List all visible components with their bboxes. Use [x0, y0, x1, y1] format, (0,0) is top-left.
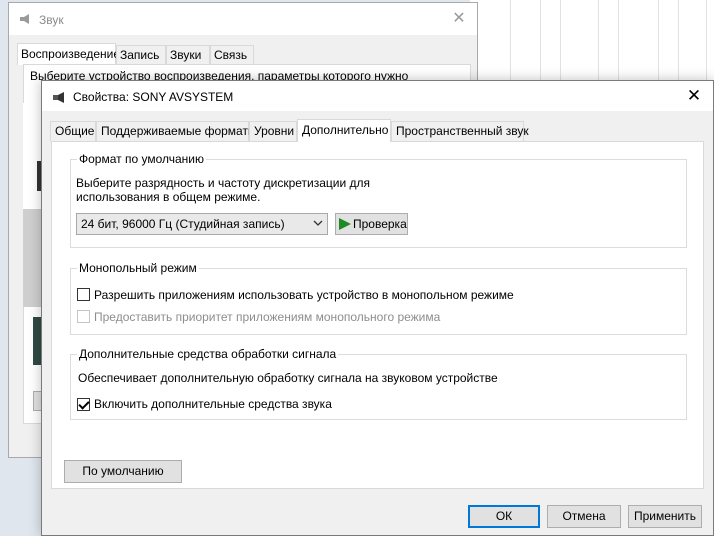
tab-communications[interactable]: Связь	[210, 45, 254, 64]
default-format-title: Формат по умолчанию	[77, 152, 206, 166]
enhancements-description: Обеспечивает дополнительную обработку си…	[78, 371, 498, 385]
close-icon[interactable]: ✕	[683, 85, 705, 107]
default-format-description-2: использования в общем режиме.	[76, 190, 261, 204]
properties-dialog: Свойства: SONY AVSYSTEM ✕ Общие Поддержи…	[41, 80, 714, 536]
cancel-button[interactable]: Отмена	[547, 505, 621, 528]
device-list[interactable]	[23, 103, 41, 213]
enhancements-title: Дополнительные средства обработки сигнал…	[77, 347, 339, 361]
ok-button[interactable]: ОК	[468, 505, 540, 528]
play-icon	[339, 218, 351, 230]
exclusive-mode-title: Монопольный режим	[77, 261, 199, 275]
tab-recording[interactable]: Запись	[116, 45, 166, 64]
exclusive-priority-label: Предоставить приоритет приложениям моноп…	[94, 310, 441, 324]
sound-window-title: Звук	[39, 13, 64, 27]
restore-defaults-button[interactable]: По умолчанию	[64, 460, 182, 483]
test-button-label: Проверка	[353, 217, 407, 231]
speaker-icon	[20, 14, 29, 24]
format-select-value: 24 бит, 96000 Гц (Студийная запись)	[81, 217, 285, 231]
enable-enhancements-checkbox[interactable]	[77, 398, 90, 411]
advanced-panel: Формат по умолчанию Выберите разрядность…	[51, 141, 704, 489]
sound-window-titlebar[interactable]: Звук ✕	[9, 3, 477, 35]
tab-advanced[interactable]: Дополнительно	[297, 119, 391, 142]
tab-levels[interactable]: Уровни	[249, 121, 297, 141]
enable-enhancements-label: Включить дополнительные средства звука	[94, 397, 332, 411]
tab-sounds[interactable]: Звуки	[166, 45, 210, 64]
exclusive-priority-checkbox[interactable]	[77, 310, 90, 323]
checkmark-icon	[78, 398, 90, 410]
tab-playback[interactable]: Воспроизведение	[17, 43, 120, 65]
apply-button[interactable]: Применить	[628, 505, 702, 528]
tab-general[interactable]: Общие	[50, 121, 96, 141]
dialog-title: Свойства: SONY AVSYSTEM	[73, 90, 234, 104]
tab-supported-formats[interactable]: Поддерживаемые форматы	[96, 121, 257, 141]
chevron-down-icon	[313, 220, 323, 226]
close-icon[interactable]: ✕	[449, 9, 469, 29]
format-select[interactable]: 24 бит, 96000 Гц (Студийная запись)	[76, 213, 328, 235]
tab-spatial-sound[interactable]: Пространственный звук	[391, 121, 529, 141]
dialog-titlebar[interactable]: Свойства: SONY AVSYSTEM ✕	[42, 81, 713, 111]
exclusive-mode-checkbox[interactable]	[77, 288, 90, 301]
exclusive-mode-label: Разрешить приложениям использовать устро…	[94, 288, 514, 302]
default-format-description-1: Выберите разрядность и частоту дискретиз…	[76, 176, 371, 190]
test-button[interactable]: Проверка	[335, 213, 408, 235]
speaker-icon	[53, 92, 64, 103]
device-list-selected-row[interactable]	[23, 209, 43, 307]
